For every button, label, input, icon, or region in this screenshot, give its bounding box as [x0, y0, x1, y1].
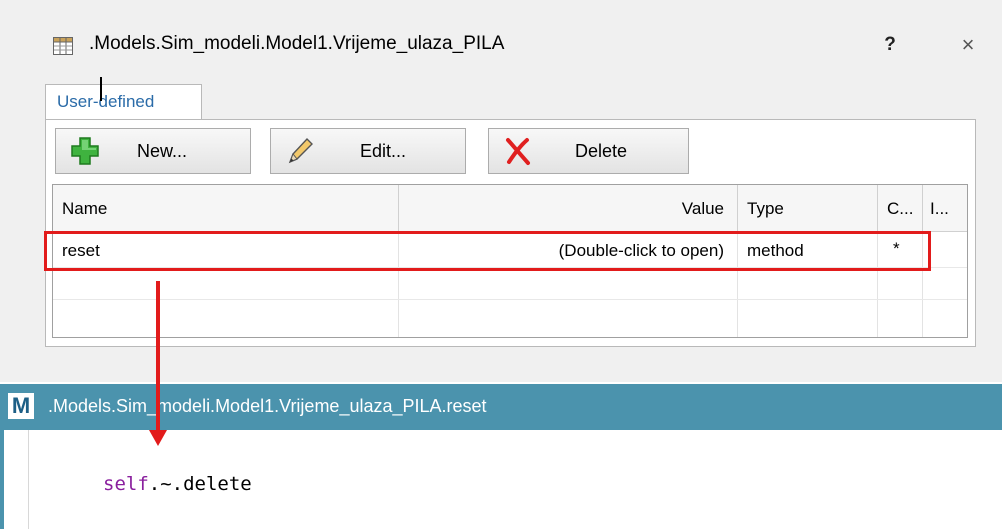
header-type[interactable]: Type — [747, 199, 784, 219]
tab-user-defined[interactable]: User-defined — [45, 84, 202, 120]
annotation-arrowhead — [149, 430, 167, 446]
method-icon: M — [8, 393, 34, 419]
code-line[interactable]: self.~.delete — [103, 473, 252, 495]
delete-button-label: Delete — [575, 141, 628, 161]
editor-title: .Models.Sim_modeli.Model1.Vrijeme_ulaza_… — [48, 396, 487, 416]
new-button-label: New... — [137, 141, 188, 161]
green-plus-icon — [71, 137, 99, 165]
editor-left-border — [0, 430, 4, 529]
delete-button[interactable]: Delete — [488, 128, 689, 174]
header-c[interactable]: C... — [887, 199, 913, 219]
text-cursor — [100, 77, 102, 101]
pencil-icon — [288, 137, 313, 164]
red-x-icon — [506, 138, 530, 165]
attributes-dialog: .Models.Sim_modeli.Model1.Vrijeme_ulaza_… — [0, 0, 1002, 382]
code-rest: .~.delete — [148, 473, 252, 495]
dialog-title: .Models.Sim_modeli.Model1.Vrijeme_ulaza_… — [89, 33, 505, 54]
new-button[interactable]: New... — [55, 128, 251, 174]
header-value[interactable]: Value — [682, 199, 724, 219]
header-name[interactable]: Name — [62, 199, 107, 219]
header-i[interactable]: I... — [930, 199, 949, 219]
dialog-titlebar[interactable]: .Models.Sim_modeli.Model1.Vrijeme_ulaza_… — [0, 0, 1002, 84]
annotation-arrow — [156, 281, 160, 433]
edit-button[interactable]: Edit... — [270, 128, 466, 174]
tab-label: User-defined — [57, 92, 155, 111]
close-button[interactable]: × — [953, 30, 983, 60]
row-highlight-annotation — [44, 231, 931, 271]
editor-gutter — [28, 430, 29, 529]
table-grid-icon — [53, 37, 73, 55]
help-button[interactable]: ? — [877, 30, 903, 60]
table-header: Name Value Type C... I... — [53, 185, 967, 232]
editor-titlebar[interactable]: M .Models.Sim_modeli.Model1.Vrijeme_ulaz… — [0, 384, 1002, 430]
edit-button-label: Edit... — [360, 141, 407, 161]
code-keyword: self — [103, 473, 149, 495]
